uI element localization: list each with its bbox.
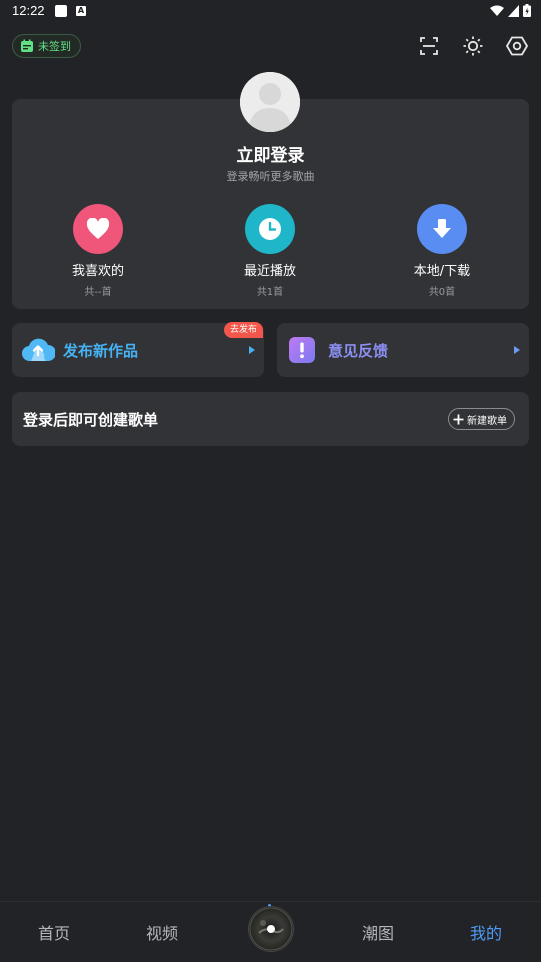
recent-count: 共1首 xyxy=(256,287,284,298)
nav-trend-images[interactable]: 潮图 xyxy=(362,920,394,944)
default-user-icon xyxy=(240,72,300,132)
clock-icon xyxy=(259,218,281,240)
scan-button[interactable] xyxy=(417,34,441,58)
favorites-label: 我喜欢的 xyxy=(71,264,124,279)
downloads-icon-circle xyxy=(417,204,467,254)
disc-center xyxy=(267,925,275,933)
playlist-prompt: 登录后即可创建歌单 xyxy=(23,411,159,429)
scan-icon xyxy=(420,37,438,55)
nav-video[interactable]: 视频 xyxy=(146,920,178,944)
publish-tag: 去发布 xyxy=(224,322,264,338)
favorites-icon-circle xyxy=(73,204,123,254)
login-subtitle: 登录畅听更多歌曲 xyxy=(226,170,315,183)
wifi-icon xyxy=(490,5,504,16)
nav-mine[interactable]: 我的 xyxy=(470,920,502,944)
top-bar: 未签到 xyxy=(0,32,541,62)
quick-action-favorites[interactable]: 我喜欢的 共--首 xyxy=(43,204,153,298)
heart-icon xyxy=(86,218,110,239)
download-icon xyxy=(433,219,451,238)
new-playlist-button[interactable]: 新建歌单 xyxy=(448,408,515,430)
status-time: 12:22 xyxy=(12,3,45,18)
battery-icon xyxy=(523,4,531,17)
publish-label: 发布新作品 xyxy=(63,342,139,360)
recent-icon-circle xyxy=(245,204,295,254)
theme-button[interactable] xyxy=(461,34,485,58)
signal-icon xyxy=(508,4,519,17)
settings-button[interactable] xyxy=(505,34,529,58)
favorites-count: 共--首 xyxy=(84,287,112,298)
publish-arrow-icon xyxy=(249,346,255,354)
plus-icon xyxy=(453,414,464,424)
now-playing-disc[interactable] xyxy=(249,907,293,951)
sun-icon xyxy=(463,36,483,56)
feedback-label: 意见反馈 xyxy=(328,342,389,360)
signin-badge[interactable]: 未签到 xyxy=(12,34,81,58)
notification-a-icon: A xyxy=(76,6,86,16)
signin-label: 未签到 xyxy=(38,40,71,53)
recent-label: 最近播放 xyxy=(243,264,296,279)
feedback-arrow-icon xyxy=(514,346,520,354)
status-icons xyxy=(490,4,531,17)
downloads-label: 本地/下载 xyxy=(413,264,471,279)
status-bar: 12:22 A xyxy=(0,0,541,24)
quick-action-recent[interactable]: 最近播放 共1首 xyxy=(215,204,325,298)
playlist-card: 登录后即可创建歌单 新建歌单 xyxy=(12,392,529,446)
new-playlist-label: 新建歌单 xyxy=(467,415,507,427)
notification-icon xyxy=(55,5,67,17)
gear-hexagon-icon xyxy=(506,36,528,56)
feedback-card[interactable]: 意见反馈 xyxy=(277,323,529,377)
exclamation-icon xyxy=(289,337,315,363)
avatar[interactable] xyxy=(240,72,300,132)
nav-home[interactable]: 首页 xyxy=(38,920,70,944)
calendar-icon xyxy=(21,39,33,52)
login-title[interactable]: 立即登录 xyxy=(0,141,541,166)
quick-action-downloads[interactable]: 本地/下载 共0首 xyxy=(387,204,497,298)
cloud-upload-icon xyxy=(22,338,55,362)
downloads-count: 共0首 xyxy=(428,287,456,298)
